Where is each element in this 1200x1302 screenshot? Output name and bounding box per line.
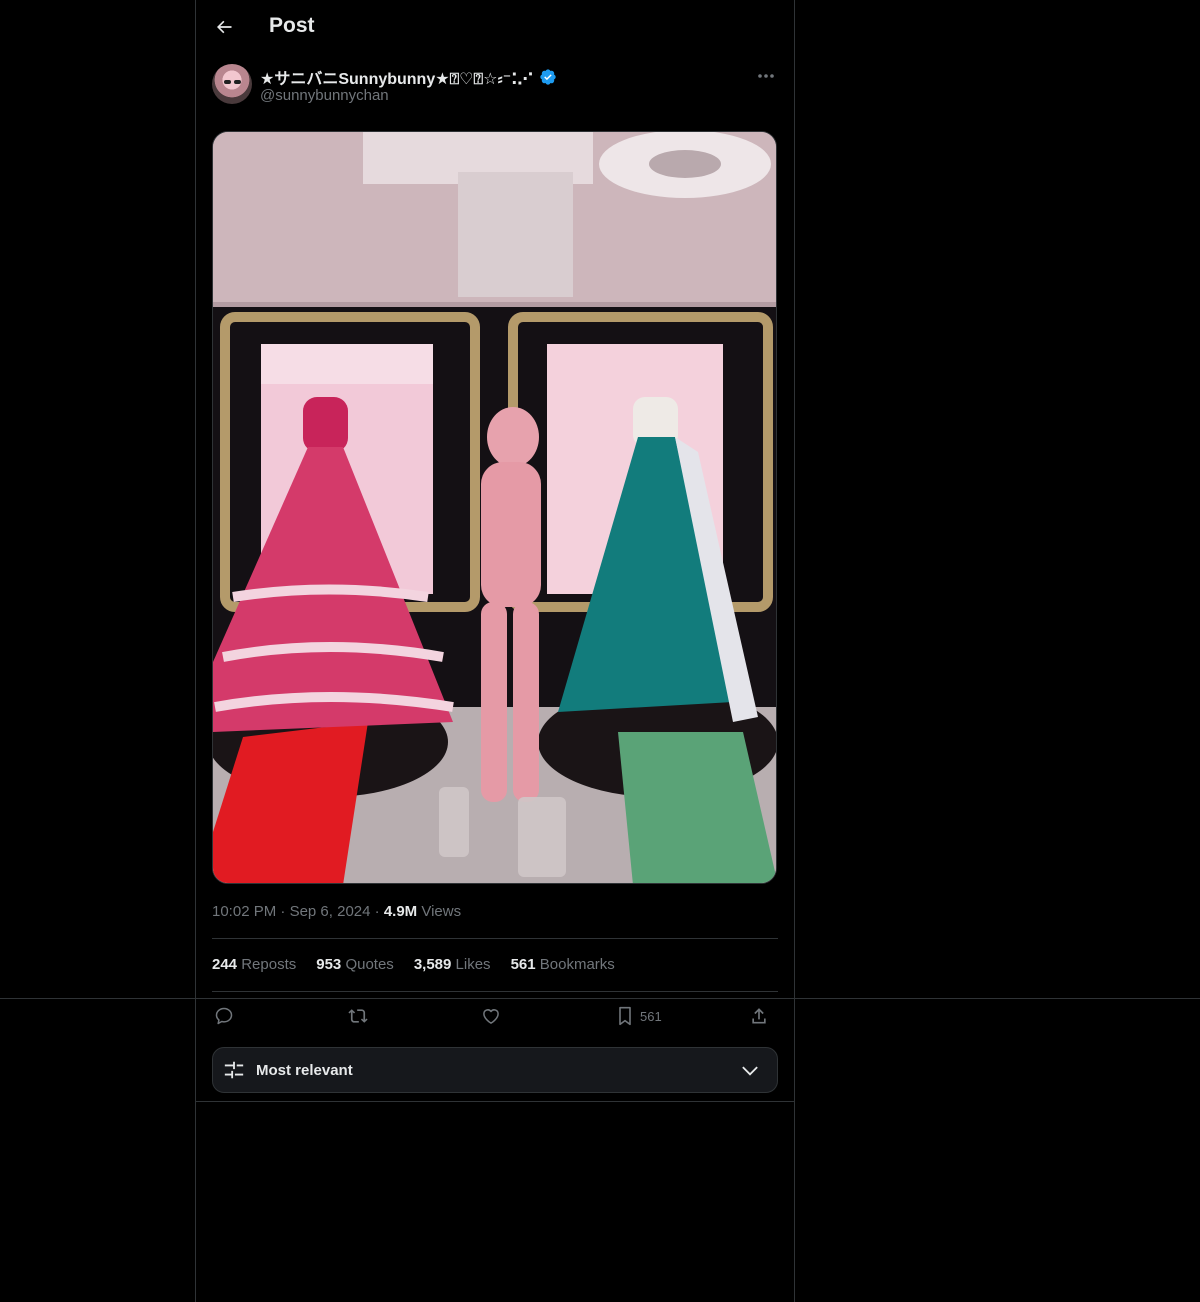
post-stats: 244 Reposts 953 Quotes 3,589 Likes 561 B… — [212, 956, 615, 973]
author-handle[interactable]: @sunnybunnychan — [260, 87, 389, 104]
heart-icon — [483, 1009, 499, 1024]
share-button[interactable] — [749, 1002, 769, 1030]
divider — [196, 1101, 794, 1102]
sliders-icon — [224, 1061, 244, 1079]
section-divider — [0, 998, 1200, 999]
post-meta: 10:02 PM · Sep 6, 2024 · 4.9M Views — [212, 903, 461, 920]
likes-label: Likes — [455, 956, 491, 973]
reposts-label: Reposts — [241, 956, 297, 973]
like-button[interactable] — [481, 1002, 501, 1030]
divider — [212, 991, 778, 992]
reposts-stat[interactable]: 244 Reposts — [212, 956, 296, 973]
page-header: Post — [196, 0, 794, 54]
quotes-label: Quotes — [345, 956, 394, 973]
author-name-row: ★サニバニSunnybunny★⍰♡⍰☆⸗⁻⁚⋰ — [260, 65, 557, 89]
main-column: Post ★サニバニSunnybunny★⍰♡⍰☆⸗⁻⁚⋰ @sunnybunn… — [195, 0, 795, 1302]
arrow-left-icon — [217, 20, 232, 34]
bookmarks-count: 561 — [510, 956, 536, 973]
views-count: 4.9M — [383, 903, 418, 920]
post-author: ★サニバニSunnybunny★⍰♡⍰☆⸗⁻⁚⋰ @sunnybunnychan — [212, 64, 778, 108]
likes-count: 3,589 — [413, 956, 452, 973]
post-photo[interactable] — [212, 131, 777, 884]
divider — [212, 938, 778, 939]
sort-label: Most relevant — [256, 1062, 353, 1079]
reply-sort-dropdown[interactable]: Most relevant — [212, 1047, 778, 1093]
post-time[interactable]: 10:02 PM — [212, 903, 276, 920]
meta-separator: · — [280, 903, 290, 920]
bookmarks-stat[interactable]: 561 Bookmarks — [511, 956, 615, 973]
author-display-name[interactable]: ★サニバニSunnybunny★⍰♡⍰☆⸗⁻⁚⋰ — [260, 65, 533, 89]
reply-icon — [215, 1007, 233, 1025]
bookmark-button[interactable]: 561 — [616, 1002, 662, 1030]
avatar[interactable] — [212, 64, 252, 104]
reply-button[interactable] — [214, 1002, 234, 1030]
page-title: Post — [269, 14, 315, 37]
bookmark-count: 561 — [640, 1008, 662, 1024]
repost-button[interactable] — [347, 1002, 369, 1030]
verified-badge-icon[interactable] — [539, 68, 557, 86]
post-date[interactable]: Sep 6, 2024 — [290, 903, 371, 920]
more-button[interactable] — [754, 66, 778, 86]
views-label: Views — [421, 903, 462, 920]
meta-separator: · — [374, 903, 384, 920]
chevron-down-icon — [742, 1066, 758, 1076]
repost-icon — [348, 1009, 368, 1023]
bookmark-icon — [619, 1006, 631, 1026]
reposts-count: 244 — [212, 956, 238, 973]
likes-stat[interactable]: 3,589 Likes — [414, 956, 491, 973]
share-icon — [752, 1008, 766, 1024]
bookmarks-label: Bookmarks — [539, 956, 615, 973]
quotes-stat[interactable]: 953 Quotes — [316, 956, 394, 973]
more-dots-icon — [758, 74, 774, 78]
quotes-count: 953 — [316, 956, 342, 973]
photo-illustration — [213, 132, 776, 883]
action-bar: 561 — [212, 1002, 778, 1030]
back-button[interactable] — [210, 13, 238, 41]
